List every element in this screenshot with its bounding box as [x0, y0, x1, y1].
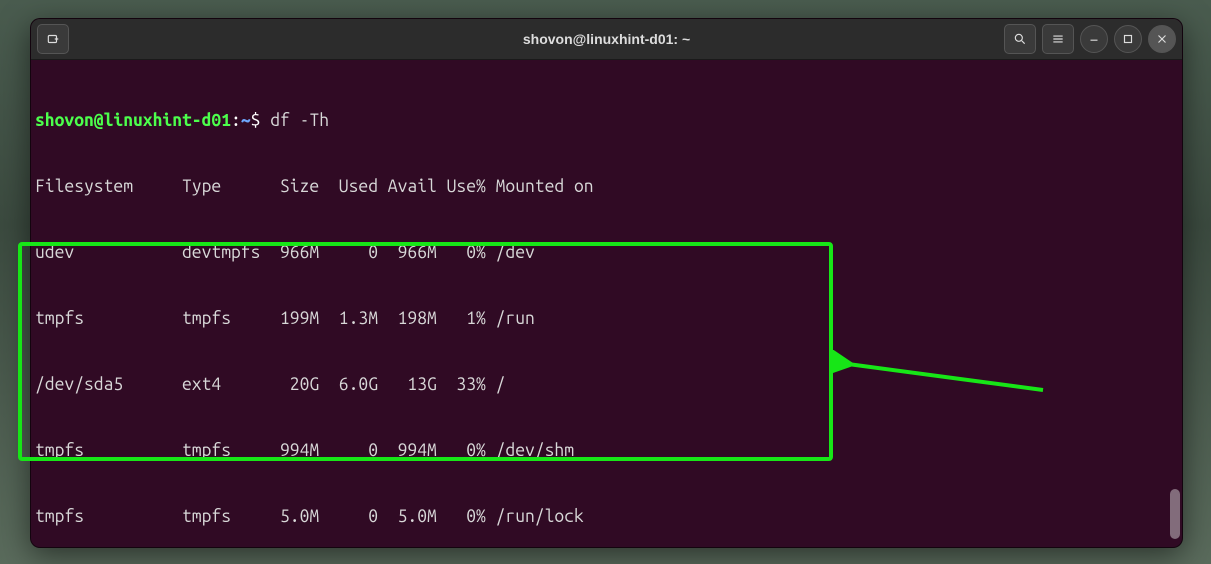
prompt-line-1: shovon@linuxhint-d01:~$ df -Th — [35, 110, 1178, 132]
maximize-button[interactable] — [1114, 25, 1142, 53]
output-row: /dev/sda5 ext4 20G 6.0G 13G 33% / — [35, 374, 1178, 396]
output-row: udev devtmpfs 966M 0 966M 0% /dev — [35, 242, 1178, 264]
new-tab-icon — [46, 32, 60, 46]
terminal-window: shovon@linuxhint-d01: ~ — [30, 18, 1183, 548]
prompt-sep2: $ — [251, 111, 261, 130]
new-tab-button[interactable] — [37, 24, 69, 54]
desktop-background: shovon@linuxhint-d01: ~ — [0, 0, 1211, 564]
output-row: tmpfs tmpfs 994M 0 994M 0% /dev/shm — [35, 440, 1178, 462]
minimize-button[interactable] — [1080, 25, 1108, 53]
search-button[interactable] — [1004, 24, 1036, 54]
prompt-sep1: : — [231, 111, 241, 130]
menu-button[interactable] — [1042, 24, 1074, 54]
prompt-user: shovon@linuxhint-d01 — [35, 111, 231, 130]
prompt-path: ~ — [241, 111, 251, 130]
output-header: Filesystem Type Size Used Avail Use% Mou… — [35, 176, 1178, 198]
close-icon — [1155, 32, 1169, 46]
terminal-body[interactable]: shovon@linuxhint-d01:~$ df -Th Filesyste… — [31, 60, 1182, 547]
scrollbar-thumb[interactable] — [1170, 489, 1180, 539]
output-row: tmpfs tmpfs 5.0M 0 5.0M 0% /run/lock — [35, 506, 1178, 528]
output-row: tmpfs tmpfs 199M 1.3M 198M 1% /run — [35, 308, 1178, 330]
maximize-icon — [1121, 32, 1135, 46]
minimize-icon — [1087, 32, 1101, 46]
hamburger-icon — [1051, 32, 1065, 46]
titlebar: shovon@linuxhint-d01: ~ — [31, 19, 1182, 60]
close-button[interactable] — [1148, 25, 1176, 53]
prompt-command: df -Th — [270, 111, 329, 130]
search-icon — [1013, 32, 1027, 46]
